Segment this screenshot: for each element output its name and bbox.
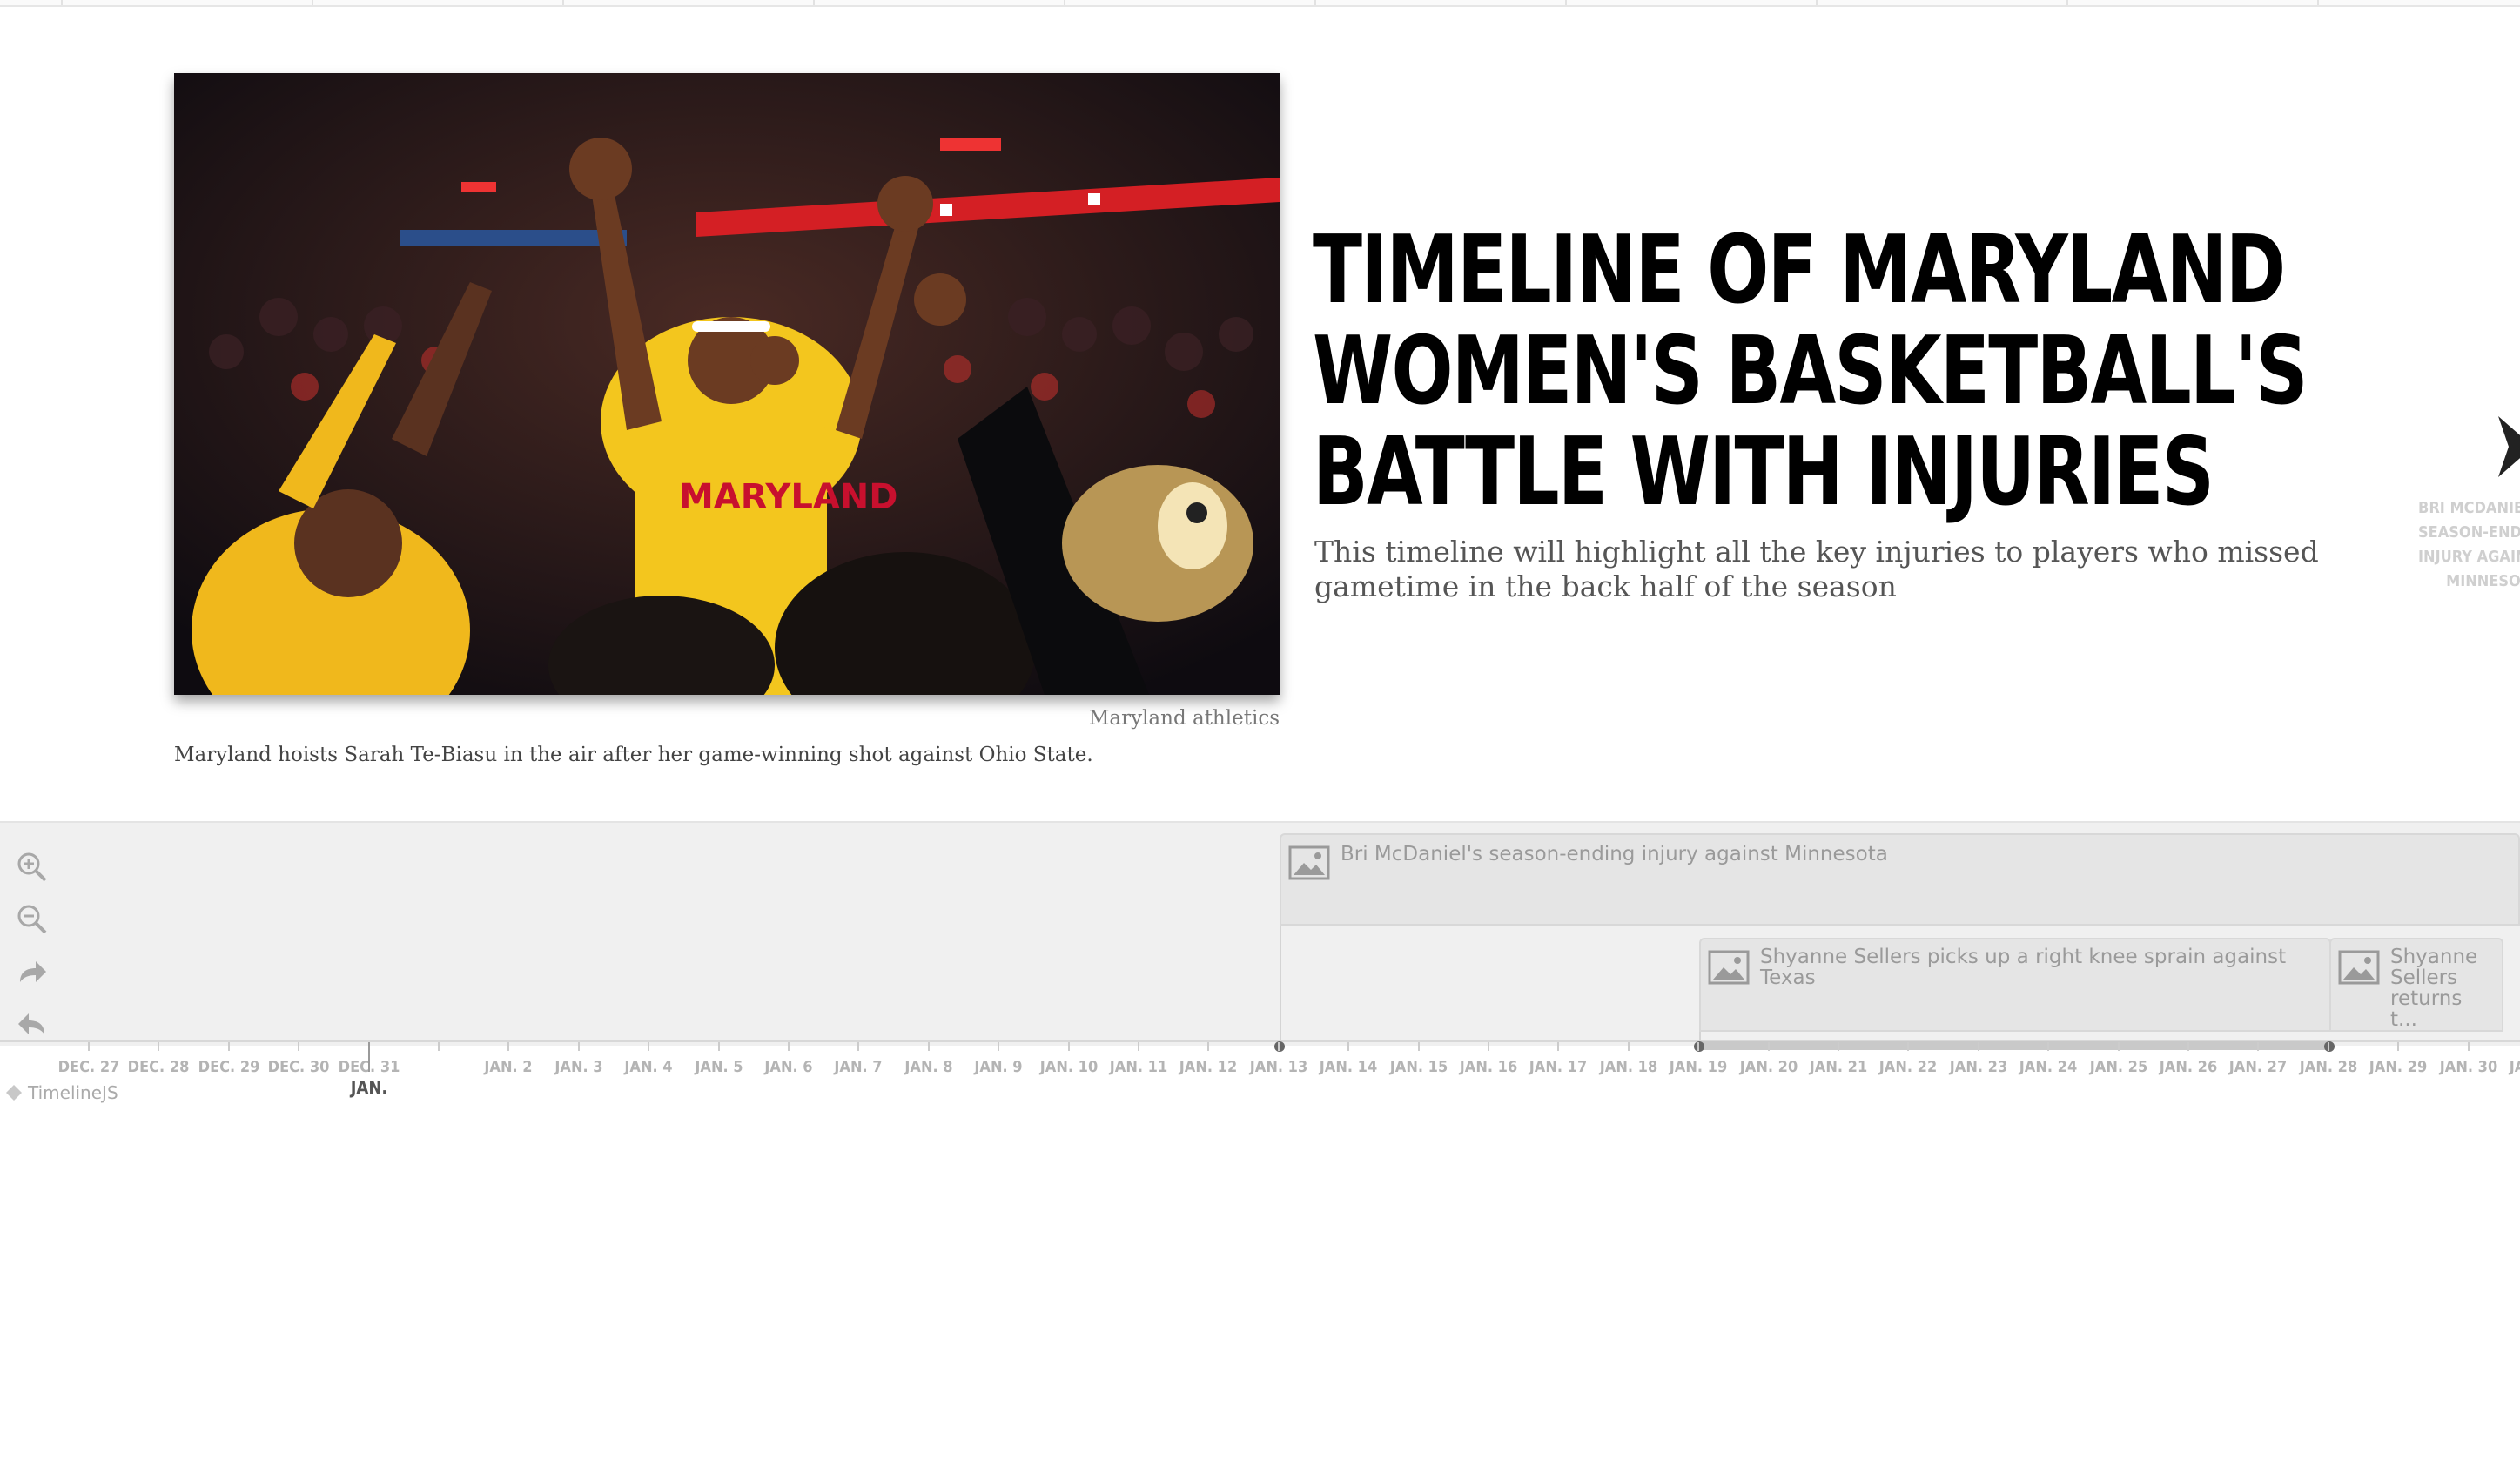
axis-tick bbox=[2257, 1042, 2259, 1051]
page-title: TIMELINE OF MARYLAND WOMEN'S BASKETBALL'… bbox=[1313, 216, 2308, 527]
attribution-label: TimelineJS bbox=[28, 1082, 118, 1103]
month-label: JAN. bbox=[350, 1077, 388, 1098]
axis-tick bbox=[2328, 1042, 2329, 1051]
axis-tick bbox=[578, 1042, 580, 1051]
axis-tick bbox=[88, 1042, 90, 1051]
axis-tick bbox=[857, 1042, 859, 1051]
month-tick bbox=[368, 1042, 370, 1072]
zoom-out-button[interactable] bbox=[12, 899, 52, 939]
axis-tick bbox=[1278, 1042, 1280, 1051]
axis-tick bbox=[718, 1042, 720, 1051]
zoom-tools bbox=[12, 847, 56, 1056]
axis-tick bbox=[788, 1042, 790, 1051]
title-slide: MARYLAND Maryland athletics Maryland hoi… bbox=[0, 7, 2520, 821]
zoom-in-button[interactable] bbox=[12, 847, 52, 887]
axis-tick bbox=[2468, 1042, 2470, 1051]
marker-title: Shyanne Sellers picks up a right knee sp… bbox=[1760, 946, 2287, 989]
axis-tick bbox=[1207, 1042, 1209, 1051]
timelinejs-attribution[interactable]: TimelineJS bbox=[5, 1082, 118, 1103]
axis-tick bbox=[1768, 1042, 1770, 1051]
axis-tick bbox=[1978, 1042, 1979, 1051]
axis-tick bbox=[2118, 1042, 2120, 1051]
axis-tick bbox=[928, 1042, 930, 1051]
svg-text:MARYLAND: MARYLAND bbox=[679, 477, 897, 517]
marker-title: Shyanne Sellers returns t... bbox=[2390, 946, 2478, 1031]
axis-tick-label: JAN. 31 bbox=[2509, 1058, 2520, 1076]
image-icon bbox=[1708, 950, 1750, 985]
axis-tick bbox=[298, 1042, 299, 1051]
marker-title: Bri McDaniel's season-ending injury agai… bbox=[1341, 843, 1888, 865]
chevron-right-icon bbox=[2498, 416, 2520, 477]
headline-line: WOMEN'S BASKETBALL'S bbox=[1313, 317, 2308, 426]
timeline-marker[interactable]: Bri McDaniel's season-ending injury agai… bbox=[1280, 833, 2520, 926]
zoom-out-icon bbox=[17, 905, 47, 934]
axis-tick bbox=[1557, 1042, 1559, 1051]
axis-tick bbox=[2187, 1042, 2189, 1051]
image-icon bbox=[1288, 845, 1330, 880]
undo-button[interactable] bbox=[12, 1004, 52, 1044]
next-slide-button[interactable]: BRI MCDANIEL'S SEASON-ENDING INJURY AGAI… bbox=[2418, 416, 2520, 608]
marker-dot bbox=[1694, 1041, 1704, 1052]
axis-tick bbox=[1628, 1042, 1630, 1051]
axis-tick bbox=[1418, 1042, 1420, 1051]
axis-tick bbox=[438, 1042, 440, 1051]
axis-tick bbox=[1907, 1042, 1909, 1051]
axis-tick bbox=[2047, 1042, 2049, 1051]
axis-tick bbox=[1838, 1042, 1839, 1051]
zoom-in-icon bbox=[17, 852, 47, 882]
axis-tick bbox=[1347, 1042, 1349, 1051]
marker-dot bbox=[2324, 1041, 2335, 1052]
axis-tick bbox=[2397, 1042, 2399, 1051]
axis-tick bbox=[228, 1042, 230, 1051]
redo-icon bbox=[20, 961, 46, 982]
axis-tick bbox=[1138, 1042, 1139, 1051]
headline-line: TIMELINE OF MARYLAND bbox=[1313, 216, 2286, 325]
redo-button[interactable] bbox=[12, 952, 52, 992]
axis-tick bbox=[507, 1042, 509, 1051]
slide-photo: MARYLAND bbox=[174, 73, 1280, 695]
marker-line bbox=[1280, 926, 1281, 1041]
axis-tick bbox=[1697, 1042, 1699, 1051]
axis-tick bbox=[158, 1042, 159, 1051]
axis-tick bbox=[1068, 1042, 1070, 1051]
next-slide-title: BRI MCDANIEL'S SEASON-ENDING INJURY AGAI… bbox=[2418, 499, 2520, 590]
photo-credit: Maryland athletics bbox=[1088, 707, 1280, 730]
timelinejs-logo-icon bbox=[6, 1085, 22, 1101]
marker-dot bbox=[1274, 1041, 1285, 1052]
photo-caption: Maryland hoists Sarah Te-Biasu in the ai… bbox=[174, 744, 1093, 766]
axis-tick bbox=[648, 1042, 649, 1051]
undo-icon bbox=[18, 1013, 44, 1034]
axis-tick bbox=[998, 1042, 999, 1051]
axis-tick bbox=[1488, 1042, 1489, 1051]
top-strip bbox=[0, 0, 2520, 7]
timeline-marker[interactable]: Shyanne Sellers returns t... bbox=[2329, 938, 2503, 1032]
headline-line: BATTLE WITH INJURIES bbox=[1313, 418, 2214, 527]
page-subtitle: This timeline will highlight all the key… bbox=[1314, 535, 2319, 603]
image-icon bbox=[2338, 950, 2380, 985]
marker-track bbox=[1699, 1041, 2331, 1050]
timeline-marker[interactable]: Shyanne Sellers picks up a right knee sp… bbox=[1699, 938, 2331, 1032]
